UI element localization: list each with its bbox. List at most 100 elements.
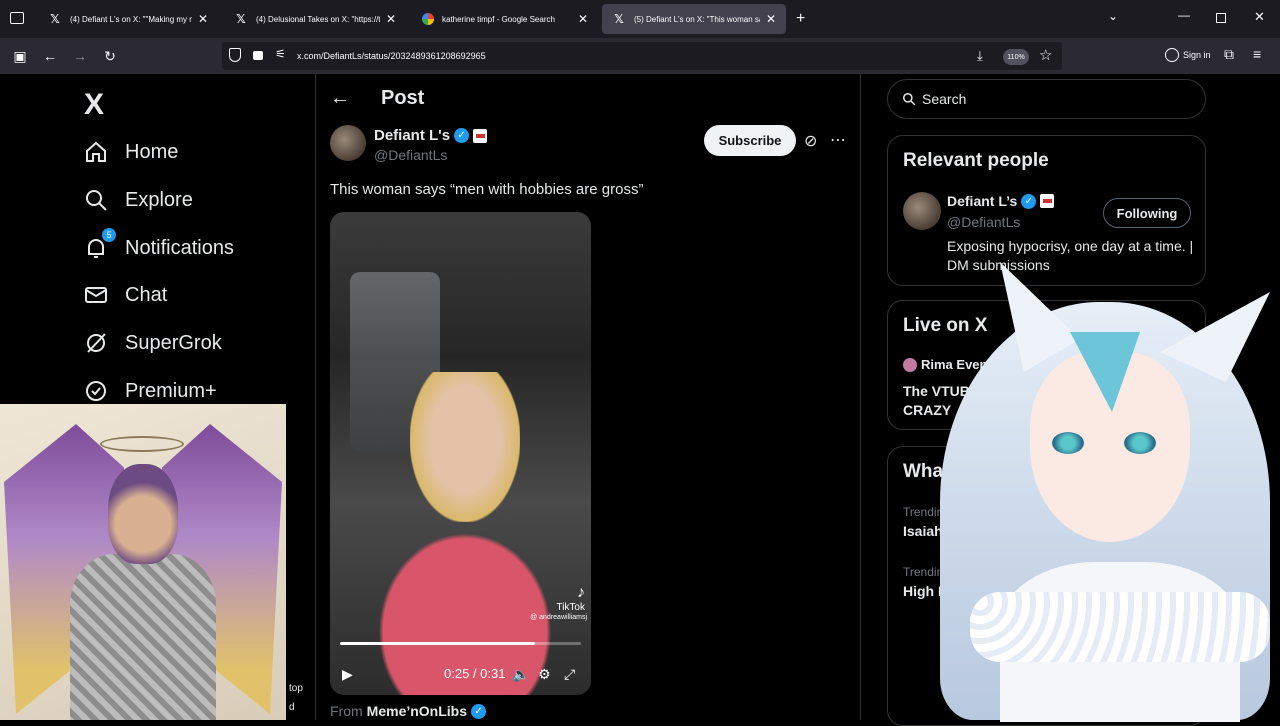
subscribe-button[interactable]: Subscribe <box>704 125 796 156</box>
relevant-person-bio: Exposing hypocrisy, one day at a time. |… <box>947 238 1194 273</box>
search-input[interactable]: Search <box>887 79 1206 119</box>
avatar[interactable] <box>903 192 941 230</box>
verified-badge-icon: ✓ <box>454 128 470 143</box>
close-icon[interactable]: ✕ <box>766 12 776 26</box>
page-title: Post <box>381 87 425 109</box>
download-icon[interactable]: ⤓ <box>977 48 983 64</box>
video-progress-fill <box>340 642 536 645</box>
close-icon[interactable]: ✕ <box>198 12 208 26</box>
video-frame-person-head <box>410 372 520 522</box>
relevant-person-handle[interactable]: @DefiantLs <box>947 214 1020 230</box>
shield-icon[interactable] <box>229 48 241 62</box>
search-icon <box>903 93 916 106</box>
reload-icon[interactable]: ↻ <box>100 46 120 66</box>
forward-icon[interactable]: → <box>70 46 90 66</box>
relevant-person-name[interactable]: Defiant L’s ✓ <box>947 193 1055 209</box>
x-logo-icon[interactable]: X <box>84 88 104 122</box>
nav-label: Notifications <box>125 236 234 259</box>
nav-label: SuperGrok <box>125 331 222 354</box>
video-time: 0:25 / 0:31 <box>444 666 506 681</box>
bookmark-star-icon[interactable]: ☆ <box>1039 46 1052 64</box>
close-icon[interactable]: ✕ <box>386 12 396 26</box>
following-button[interactable]: Following <box>1103 198 1191 228</box>
maximize-icon[interactable] <box>1216 13 1226 23</box>
right-sidebar: Search Relevant people Defiant L’s ✓ @De… <box>887 74 1206 726</box>
sidebar-toggle-icon[interactable]: ▣ <box>10 46 30 66</box>
browser-tab-strip: 𝕏 (4) Defiant L's on X: ""Making my man … <box>0 0 1280 38</box>
divider <box>860 74 861 720</box>
character-head <box>108 464 178 564</box>
trending-card: What’s ha Trending in Unite Isaiah Evans… <box>887 446 1206 726</box>
notification-count-badge: 5 <box>102 228 116 242</box>
nav-item-notifications[interactable]: 5 Notifications <box>84 228 234 260</box>
verified-badge-icon: ✓ <box>1021 193 1037 209</box>
url-text[interactable]: x.com/DefiantLs/status/20324893612086929… <box>297 51 486 61</box>
back-icon[interactable]: ← <box>40 46 60 66</box>
halo <box>100 436 184 452</box>
search-icon <box>84 188 108 212</box>
author-handle[interactable]: @DefiantLs <box>374 147 447 163</box>
trend-name[interactable]: Isaiah Evans <box>903 523 988 539</box>
nav-item-premium[interactable]: Premium+ <box>84 379 217 403</box>
minimize-icon[interactable]: — <box>1178 8 1190 22</box>
nav-item-supergrok[interactable]: SuperGrok <box>84 331 222 355</box>
live-host[interactable]: Rima Evenstar ✓ <box>903 357 1031 372</box>
trend-name[interactable]: High P <box>903 583 947 599</box>
nav-item-home[interactable]: Home <box>84 140 178 164</box>
armor <box>70 554 216 720</box>
window-close-icon[interactable]: ✕ <box>1254 9 1265 25</box>
extensions-icon[interactable]: ⧉ <box>1224 46 1234 63</box>
lock-icon[interactable] <box>253 51 263 60</box>
affiliate-badge-icon[interactable] <box>1040 194 1055 208</box>
from-account-link[interactable]: Meme’nOnLibs <box>367 703 467 719</box>
sign-in-button[interactable]: Sign in <box>1165 48 1211 62</box>
close-icon[interactable]: ✕ <box>578 12 588 26</box>
tab-title: katherine timpf - Google Search <box>442 14 555 24</box>
back-arrow-icon[interactable]: ← <box>330 87 350 110</box>
video-progress-bar[interactable] <box>340 642 581 645</box>
author-name[interactable]: Defiant L's ✓ <box>374 127 488 144</box>
site-permissions-icon[interactable]: ⚟ <box>275 47 286 61</box>
volume-icon[interactable]: 🔈 <box>512 666 529 683</box>
browser-tab-2[interactable]: 𝕏 (4) Delusional Takes on X: "https://t.… <box>224 4 406 34</box>
more-options-icon[interactable]: ⋯ <box>830 130 847 150</box>
relevant-person-name-text: Defiant L’s <box>947 193 1018 209</box>
x-logo-icon: 𝕏 <box>50 12 60 26</box>
trend-meta: Trending <box>903 565 950 579</box>
live-stream-title[interactable]: The VTUBER Situ... CRAZY <box>903 382 1073 420</box>
post-text: This woman says “men with hobbies are gr… <box>330 181 644 198</box>
new-tab-icon[interactable]: + <box>796 10 805 28</box>
grok-explain-icon[interactable]: ⊘ <box>804 131 817 151</box>
nav-item-chat[interactable]: Chat <box>84 283 167 307</box>
live-on-x-card: Live on X Rima Evenstar ✓ The VTUBER Sit… <box>887 300 1206 430</box>
obscured-text: top <box>289 683 303 694</box>
grok-icon <box>84 331 108 355</box>
search-placeholder: Search <box>922 91 967 107</box>
google-logo-icon <box>422 13 434 25</box>
avatar[interactable] <box>330 125 366 161</box>
play-icon[interactable]: ▶ <box>342 666 353 683</box>
premium-icon <box>84 379 108 403</box>
zoom-level-badge[interactable]: 110% <box>1003 49 1029 65</box>
tab-title: (5) Defiant L's on X: "This woman says "… <box>634 14 760 24</box>
relevant-people-card: Relevant people Defiant L’s ✓ @DefiantLs… <box>887 135 1206 286</box>
settings-gear-icon[interactable]: ⚙ <box>538 666 551 683</box>
card-title: Live on X <box>903 315 988 336</box>
browser-tab-1[interactable]: 𝕏 (4) Defiant L's on X: ""Making my man … <box>38 4 218 34</box>
home-icon <box>84 140 108 164</box>
verified-badge-icon: ✓ <box>1015 357 1031 372</box>
tab-overflow-chevron-icon[interactable]: ⌄ <box>1108 9 1118 23</box>
mail-icon <box>84 283 108 307</box>
menu-icon[interactable]: ≡ <box>1253 46 1261 62</box>
obscured-text: d <box>289 702 295 713</box>
post-column: ← Post Defiant L's ✓ @DefiantLs Subscrib… <box>316 74 860 720</box>
fullscreen-icon[interactable]: ⤢ <box>564 666 575 683</box>
video-player[interactable]: ♪ TikTok @ andreawilliamsj ▶ 0:25 / 0:31… <box>330 212 591 695</box>
tab-list-icon[interactable] <box>10 12 24 24</box>
affiliate-badge-icon[interactable] <box>473 128 488 143</box>
nav-label: Premium+ <box>125 379 217 402</box>
stream-overlay-illustration <box>0 404 286 720</box>
browser-tab-3[interactable]: katherine timpf - Google Search ✕ <box>412 4 598 34</box>
nav-item-explore[interactable]: Explore <box>84 188 193 212</box>
browser-tab-4[interactable]: 𝕏 (5) Defiant L's on X: "This woman says… <box>602 4 786 34</box>
